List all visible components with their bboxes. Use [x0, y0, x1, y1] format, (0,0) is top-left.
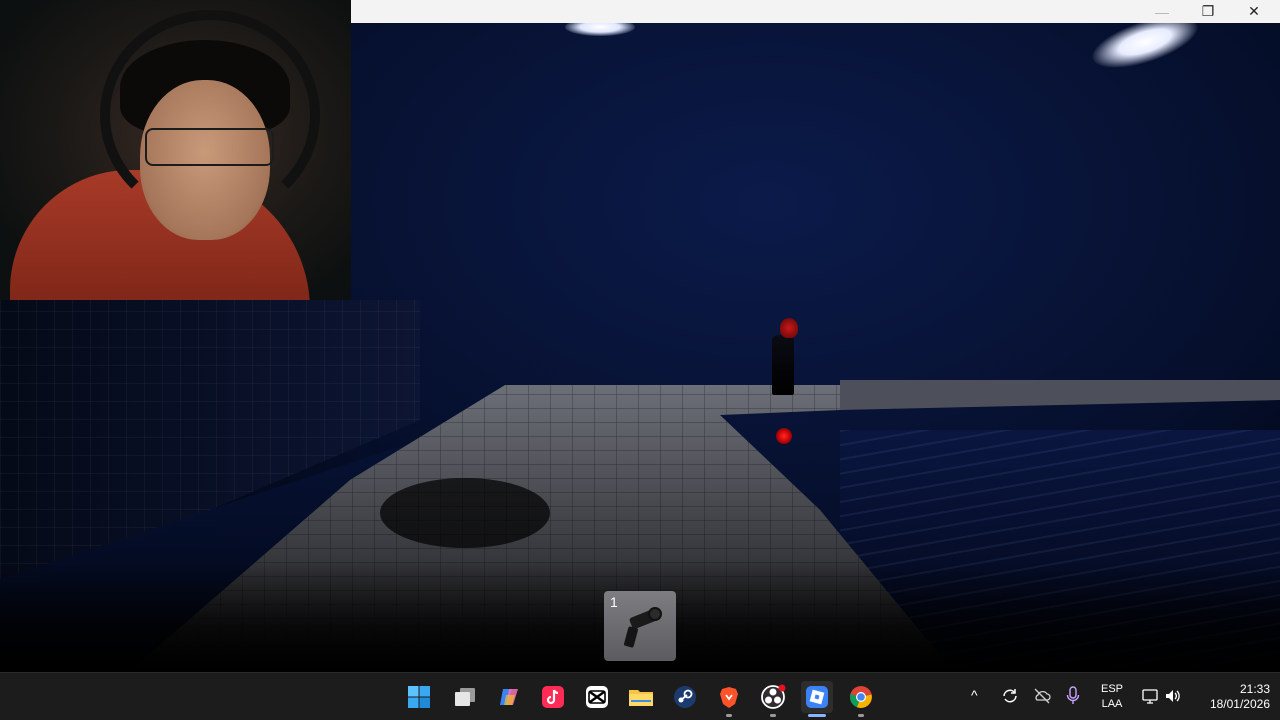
file-explorer-icon[interactable] [625, 681, 657, 713]
close-button[interactable]: ✕ [1231, 0, 1277, 23]
obs-icon[interactable] [757, 681, 789, 713]
chrome-icon[interactable] [845, 681, 877, 713]
red-head-light [780, 318, 798, 338]
hotbar-slot[interactable]: 1 [604, 591, 676, 661]
roblox-icon[interactable] [801, 681, 833, 713]
network-icon[interactable] [1141, 687, 1159, 705]
microphone-icon[interactable] [1066, 686, 1080, 706]
layout-code: LAA [1101, 698, 1123, 710]
windows-start-icon[interactable] [403, 681, 435, 713]
tray-chevron-icon[interactable]: ^ [971, 687, 978, 703]
clock-time: 21:33 [1239, 682, 1270, 696]
sync-icon[interactable] [1001, 687, 1019, 705]
windows-taskbar: ^ [0, 672, 1280, 720]
glasses [145, 128, 274, 166]
window-titlebar: — ❐ ✕ [351, 0, 1280, 23]
running-indicator [858, 714, 864, 717]
tiktok-icon[interactable] [537, 681, 569, 713]
red-eye-light [776, 428, 792, 444]
webcam-overlay [0, 0, 351, 300]
shadow [380, 478, 550, 548]
system-clock[interactable]: 21:33 18/01/2026 [1190, 682, 1270, 712]
steam-icon[interactable] [669, 681, 701, 713]
restore-button[interactable]: ❐ [1185, 0, 1231, 23]
copilot-icon[interactable] [493, 681, 525, 713]
running-indicator [770, 714, 776, 717]
language-code: ESP [1100, 683, 1123, 695]
capcut-icon[interactable] [581, 681, 613, 713]
minimize-button[interactable]: — [1139, 0, 1185, 23]
active-indicator [808, 714, 826, 717]
npc-figure [772, 335, 794, 395]
volume-icon[interactable] [1164, 687, 1182, 705]
cloud-off-icon[interactable] [1033, 687, 1051, 705]
slot-number: 1 [610, 594, 618, 610]
flashlight-icon [624, 607, 662, 648]
task-view-icon[interactable] [449, 681, 481, 713]
clock-date: 18/01/2026 [1209, 697, 1270, 711]
input-language-indicator[interactable]: ESP LAA [1096, 682, 1128, 712]
running-indicator [726, 714, 732, 717]
brave-icon[interactable] [713, 681, 745, 713]
